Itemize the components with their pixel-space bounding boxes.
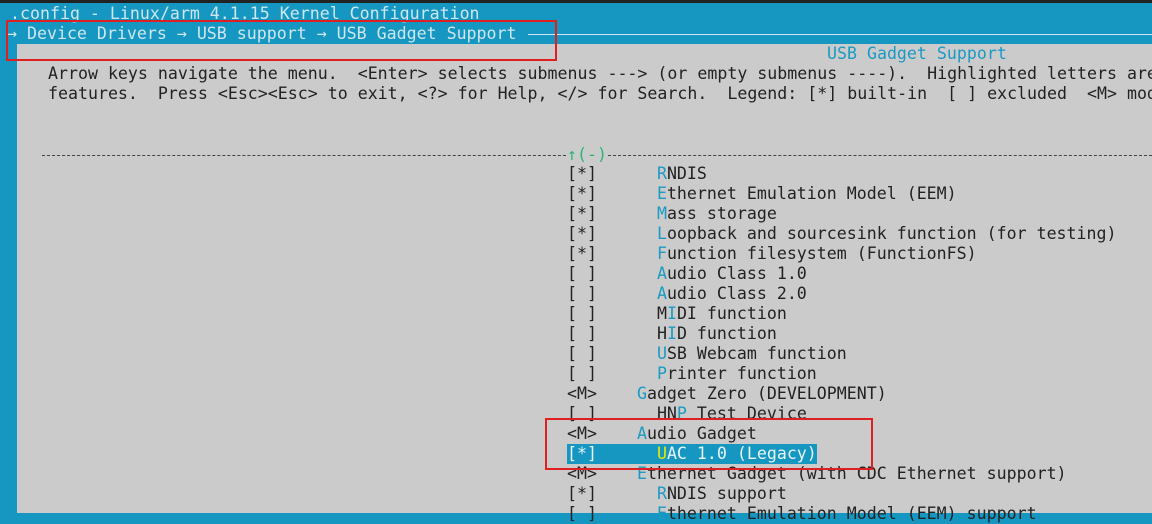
- item-indent: [597, 204, 657, 223]
- menu-item[interactable]: [*] Loopback and sourcesink function (fo…: [567, 224, 1117, 244]
- item-hotkey: L: [656, 224, 667, 243]
- item-state: [*]: [567, 244, 597, 263]
- menu-item[interactable]: [*] Mass storage: [567, 204, 777, 224]
- item-label: ass storage: [666, 204, 777, 223]
- item-label: unction filesystem (FunctionFS): [666, 244, 977, 263]
- item-label: thernet Emulation Model (EEM) support: [666, 504, 1037, 523]
- menu-item[interactable]: [ ] USB Webcam function: [567, 344, 847, 364]
- item-label: adget Zero (DEVELOPMENT): [646, 384, 887, 403]
- top-strip: [0, 0, 1152, 3]
- item-hotkey: R: [656, 164, 667, 183]
- menu-item[interactable]: [*] RNDIS support: [567, 484, 787, 504]
- menu-item[interactable]: <M> Gadget Zero (DEVELOPMENT): [567, 384, 887, 404]
- panel-title: USB Gadget Support: [827, 44, 1007, 63]
- item-label: udio Class 1.0: [666, 264, 807, 283]
- item-indent: [597, 344, 657, 363]
- item-indent: [597, 484, 657, 503]
- item-label: oopback and sourcesink function (for tes…: [666, 224, 1117, 243]
- menu-item[interactable]: [ ] Audio Class 1.0: [567, 264, 807, 284]
- item-state: [*]: [567, 184, 597, 203]
- menu-item[interactable]: [*] Function filesystem (FunctionFS): [567, 244, 977, 264]
- help-line-2: features. Press <Esc><Esc> to exit, <?> …: [48, 84, 1152, 103]
- item-state: [*]: [567, 204, 597, 223]
- item-state: [*]: [567, 164, 597, 183]
- item-indent: [597, 384, 637, 403]
- item-state: [ ]: [567, 284, 597, 303]
- item-hotkey: M: [656, 204, 667, 223]
- item-label-prefix: M: [656, 304, 667, 323]
- item-state: [*]: [567, 224, 597, 243]
- item-indent: [597, 284, 657, 303]
- item-indent: [597, 504, 657, 523]
- annotation-box-audio: [545, 418, 873, 470]
- item-label: NDIS support: [666, 484, 787, 503]
- breadcrumb-rule: [528, 34, 1152, 35]
- item-label: SB Webcam function: [666, 344, 847, 363]
- item-state: [ ]: [567, 264, 597, 283]
- item-hotkey: I: [666, 324, 677, 343]
- item-hotkey: I: [666, 304, 677, 323]
- scroll-up-indicator[interactable]: ↑(-): [567, 145, 607, 165]
- item-hotkey: A: [656, 264, 667, 283]
- item-label: rinter function: [666, 364, 817, 383]
- menu-item[interactable]: [ ] Printer function: [567, 364, 817, 384]
- item-state: [ ]: [567, 324, 597, 343]
- menu-item[interactable]: [ ] HID function: [567, 324, 777, 344]
- menu-item[interactable]: [ ] MIDI function: [567, 304, 787, 324]
- item-state: [*]: [567, 484, 597, 503]
- item-indent: [597, 244, 657, 263]
- item-hotkey: P: [656, 364, 667, 383]
- item-hotkey: R: [656, 484, 667, 503]
- item-indent: [597, 224, 657, 243]
- item-hotkey: G: [636, 384, 647, 403]
- item-state: [ ]: [567, 304, 597, 323]
- item-label: D function: [676, 324, 777, 343]
- item-hotkey: F: [656, 244, 667, 263]
- item-label: DI function: [676, 304, 787, 323]
- item-state: [ ]: [567, 344, 597, 363]
- item-indent: [597, 264, 657, 283]
- item-hotkey: E: [656, 184, 667, 203]
- item-label: NDIS: [666, 164, 707, 183]
- help-line-1: Arrow keys navigate the menu. <Enter> se…: [48, 64, 1152, 83]
- item-label: udio Class 2.0: [666, 284, 807, 303]
- item-hotkey: E: [656, 504, 667, 523]
- item-state: [ ]: [567, 364, 597, 383]
- item-indent: [597, 364, 657, 383]
- menu-item[interactable]: [ ] Audio Class 2.0: [567, 284, 807, 304]
- menu-item[interactable]: [*] RNDIS: [567, 164, 707, 184]
- menu-item[interactable]: [ ] Ethernet Emulation Model (EEM) suppo…: [567, 504, 1037, 524]
- menu-item[interactable]: [*] Ethernet Emulation Model (EEM): [567, 184, 957, 204]
- item-hotkey: A: [656, 284, 667, 303]
- item-hotkey: U: [656, 344, 667, 363]
- item-state: <M>: [567, 384, 597, 403]
- item-label: thernet Emulation Model (EEM): [666, 184, 957, 203]
- item-label-prefix: H: [656, 324, 667, 343]
- item-indent: [597, 304, 657, 323]
- annotation-box-breadcrumb: [6, 20, 557, 61]
- item-state: [ ]: [567, 504, 597, 523]
- item-indent: [597, 184, 657, 203]
- item-indent: [597, 324, 657, 343]
- item-indent: [597, 164, 657, 183]
